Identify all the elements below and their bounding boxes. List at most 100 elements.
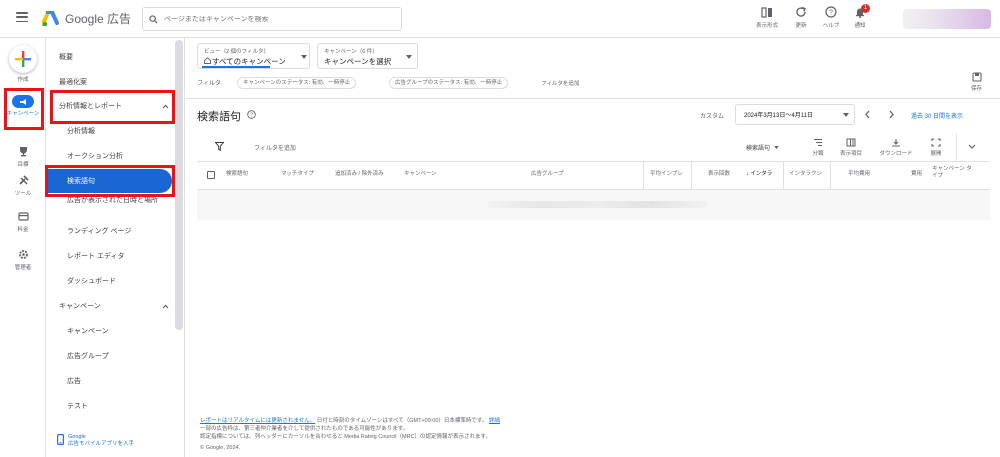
refresh-icon <box>796 6 806 17</box>
search-terms-dropdown[interactable]: 検索語句 <box>746 143 779 152</box>
dropdown-arrow-icon <box>301 55 307 59</box>
nav-item-ads[interactable]: 広告 <box>67 369 193 393</box>
toolbar-divider <box>956 134 957 160</box>
download-icon <box>892 139 900 147</box>
filter-chip-campaign-status[interactable]: キャンペーンのステータス: 有効、一時停止 <box>237 77 357 89</box>
nav-landing-label: ランディング ページ <box>67 228 132 235</box>
chevron-up-icon <box>162 304 169 308</box>
chevron-down-icon[interactable] <box>968 144 976 149</box>
menu-icon[interactable] <box>16 12 28 22</box>
nav-when-where-label: 広告が表示された日時と場所 <box>67 197 158 204</box>
gear-icon <box>18 250 28 259</box>
rail-item-goals[interactable]: 目標 <box>0 146 46 168</box>
rail-billing-label: 料金 <box>17 227 29 233</box>
chevron-right-icon[interactable] <box>888 110 895 119</box>
highlight-search-terms <box>45 165 175 197</box>
save-button[interactable]: 保存 <box>971 72 982 92</box>
help-label: ヘルプ <box>822 23 840 29</box>
col-interactions[interactable]: ↓ インタラ <box>746 169 772 177</box>
appearance-button[interactable]: 表示形式 <box>752 6 782 29</box>
google-ads-logo[interactable]: Google 広告 <box>42 10 131 27</box>
dropdown-arrow-icon <box>774 146 779 149</box>
col-match-type[interactable]: マッチタイプ <box>281 169 314 177</box>
rail-create-label-wrap: 作成 <box>0 74 46 83</box>
columns-button[interactable]: 表示項目 <box>836 138 866 157</box>
trophy-icon <box>19 147 27 157</box>
view-selector-small: ビュー（2 個のフィルタ） <box>204 49 269 55</box>
expand-icon <box>931 138 941 147</box>
segment-label: 分類 <box>812 151 824 157</box>
nav-report-editor-label: レポート エディタ <box>67 253 125 260</box>
rail-item-admin[interactable]: 管理者 <box>0 249 46 271</box>
search-terms-dropdown-label: 検索語句 <box>746 146 771 152</box>
last-30-days-link[interactable]: 過去 30 日間を表示 <box>911 111 963 120</box>
nav-auction-label: オークション分析 <box>67 153 123 160</box>
nav-ad-groups-label: 広告グループ <box>67 353 109 360</box>
segment-button[interactable]: 分類 <box>806 138 830 157</box>
page-title: 検索語句 <box>197 111 241 123</box>
expand-label: 展開 <box>930 151 942 157</box>
refresh-label: 更新 <box>795 23 807 29</box>
footer-line-3: 認定指標については、列ヘッダーにカーソルを合わせると Media Rating … <box>200 434 492 440</box>
column-separator <box>691 161 692 189</box>
mobile-app-promo[interactable]: Google 広告モバイルアプリを入手 <box>57 434 134 448</box>
app-name: Google 広告 <box>65 12 132 26</box>
expand-button[interactable]: 展開 <box>926 138 946 157</box>
table-add-filter[interactable]: フィルタを追加 <box>254 143 296 152</box>
nav-item-experiments[interactable]: テスト <box>67 394 193 418</box>
nav-experiments-label: テスト <box>67 403 88 410</box>
col-avg-cost[interactable]: 平均費用 <box>848 169 870 177</box>
col-avg-impr[interactable]: 平均インプレ <box>650 169 683 177</box>
campaign-selector[interactable]: キャンペーン（6 件） キャンペーンを選択 <box>317 43 418 69</box>
nav-item-ad-groups[interactable]: 広告グループ <box>67 344 193 368</box>
col-interaction-rate[interactable]: インタラクシ <box>789 169 822 177</box>
top-bar: Google 広告 表示形式 更新 ? ヘルプ 1 通知 <box>0 0 1000 38</box>
add-filter-link[interactable]: フィルタを追加 <box>541 79 579 87</box>
rail-goals-label: 目標 <box>17 162 29 168</box>
nav-section-campaigns[interactable]: キャンペーン <box>59 294 169 318</box>
svg-text:?: ? <box>250 113 253 119</box>
download-label: ダウンロード <box>879 151 913 157</box>
col-cost[interactable]: 費用 <box>911 169 922 177</box>
search-box[interactable] <box>142 7 402 31</box>
footer-details-link[interactable]: 詳細 <box>489 418 500 424</box>
date-range-picker[interactable]: 2024年3月13日～4月11日 <box>735 104 855 125</box>
nav-campaigns-section-label: キャンペーン <box>59 303 101 310</box>
rail-admin-label: 管理者 <box>14 265 32 271</box>
create-button[interactable] <box>9 45 37 73</box>
chevron-left-icon[interactable] <box>864 110 871 119</box>
divider <box>186 98 1000 99</box>
nav-scrollbar[interactable] <box>175 40 183 330</box>
col-impressions[interactable]: 表示回数 <box>708 169 730 177</box>
col-ad-group[interactable]: 広告グループ <box>531 169 564 177</box>
filter-chip-adgroup-status[interactable]: 広告グループのステータス: 有効、一時停止 <box>389 77 509 89</box>
nav-dashboard-label: ダッシュボード <box>67 278 116 285</box>
col-campaign[interactable]: キャンペーン <box>404 169 437 177</box>
account-avatar[interactable] <box>903 9 991 29</box>
view-selector-underline <box>202 66 270 68</box>
select-all-checkbox[interactable] <box>207 171 215 179</box>
col-search-term[interactable]: 検索語句 <box>226 169 248 177</box>
rail-create-label: 作成 <box>17 77 29 83</box>
segment-icon <box>814 139 822 146</box>
column-separator <box>783 161 784 189</box>
filter-icon[interactable] <box>215 142 224 151</box>
help-button[interactable]: ? ヘルプ <box>816 6 846 29</box>
appearance-icon <box>761 7 772 18</box>
nav-item-overview[interactable]: 概要 <box>59 45 185 69</box>
view-selector[interactable]: ビュー（2 個のフィルタ） すべてのキャンペーン <box>197 43 310 69</box>
col-campaign-type[interactable]: キャンペーン タイプ <box>932 166 972 180</box>
dropdown-arrow-icon <box>406 55 412 59</box>
table-row[interactable] <box>197 190 990 220</box>
rail-item-billing[interactable]: 料金 <box>0 211 46 233</box>
search-input[interactable] <box>164 15 384 23</box>
rail-item-tools[interactable]: ツール <box>0 175 46 197</box>
date-preset-label: カスタム <box>700 114 725 120</box>
download-button[interactable]: ダウンロード <box>875 138 917 157</box>
refresh-button[interactable]: 更新 <box>786 6 816 29</box>
nav-ads-label: 広告 <box>67 378 81 385</box>
col-added-excluded[interactable]: 追加済み / 除外済み <box>335 169 384 177</box>
nav-item-when-where[interactable]: 広告が表示された日時と場所 <box>67 194 161 220</box>
notifications-button[interactable]: 1 通知 <box>845 4 875 29</box>
help-icon[interactable]: ? <box>247 110 256 119</box>
